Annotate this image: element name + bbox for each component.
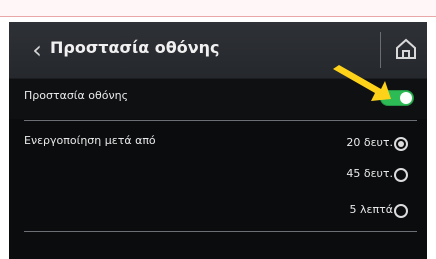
divider-1 xyxy=(24,120,417,121)
top-pink-border xyxy=(0,0,436,17)
activation-after-label: Ενεργοποίηση μετά από xyxy=(24,134,156,147)
option-5-min-label: 5 λεπτά xyxy=(349,203,393,216)
yellow-arrow-icon xyxy=(333,65,391,101)
device-screen: ‹ Προστασία οθόνης Προστασία οθόνης Ενερ… xyxy=(9,22,427,259)
option-20-sec-label: 20 δευτ. xyxy=(346,136,393,149)
radio-20-sec[interactable] xyxy=(394,137,408,151)
divider-2 xyxy=(24,231,417,232)
screen-protection-label: Προστασία οθόνης xyxy=(24,89,129,102)
page-title: Προστασία οθόνης xyxy=(50,38,220,57)
option-45-sec-label: 45 δευτ. xyxy=(346,167,393,180)
radio-45-sec[interactable] xyxy=(394,168,408,182)
back-chevron-icon[interactable]: ‹ xyxy=(25,36,49,64)
radio-5-min[interactable] xyxy=(394,204,408,218)
home-icon[interactable] xyxy=(391,34,421,64)
toggle-knob xyxy=(400,92,412,104)
